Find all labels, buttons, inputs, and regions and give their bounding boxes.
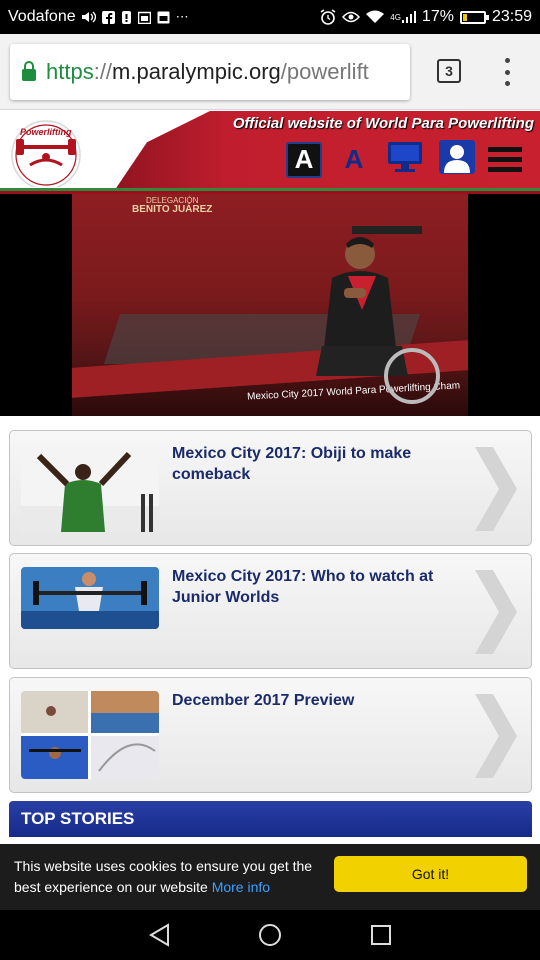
notification-icon: [121, 10, 132, 24]
cookie-banner: This website uses cookies to ensure you …: [0, 844, 540, 910]
powerlifting-logo[interactable]: Powerlifting: [2, 115, 98, 190]
chevron-right-icon[interactable]: [471, 445, 519, 533]
signal-icon: 4G: [390, 11, 416, 23]
url-host: m.paralympic.org: [112, 59, 281, 84]
url-separator: ://: [93, 59, 113, 84]
news-title[interactable]: December 2017 Preview: [172, 690, 462, 711]
site-header: Powerlifting Official website of World P…: [0, 111, 540, 191]
status-bar: Vodafone ⋯ 4G 17% 23:59: [0, 0, 540, 34]
logo-text: Powerlifting: [20, 127, 72, 137]
alarm-icon: [320, 9, 336, 25]
recents-icon[interactable]: [369, 923, 393, 947]
navigation-bar: [0, 910, 540, 960]
chevron-right-icon[interactable]: [471, 692, 519, 780]
user-account-icon[interactable]: [438, 139, 476, 180]
news-title[interactable]: Mexico City 2017: Who to watch at Junior…: [172, 566, 462, 608]
font-size-normal-button[interactable]: A: [336, 142, 372, 178]
header-title: Official website of World Para Powerlift…: [232, 115, 534, 132]
hero-photo: DELEGACIÓN BENITO JUÁREZ Mexico City 201…: [72, 194, 468, 416]
athlete-figure: [316, 226, 440, 404]
news-thumbnail: [21, 567, 159, 629]
hero-image[interactable]: DELEGACIÓN BENITO JUÁREZ Mexico City 201…: [0, 194, 540, 416]
browser-toolbar: https://m.paralympic.org/powerlift 3: [0, 34, 540, 110]
secure-lock-icon[interactable]: [22, 61, 36, 81]
top-stories-header: TOP STORIES: [9, 801, 532, 837]
news-item[interactable]: Mexico City 2017: Obiji to make comeback: [9, 430, 532, 546]
battery-icon: [459, 10, 489, 24]
carrier-name: Vodafone: [8, 8, 76, 25]
url-scheme: https: [46, 59, 94, 84]
clock: 23:59: [491, 8, 532, 25]
hamburger-menu-icon[interactable]: [488, 147, 522, 172]
cookie-message: This website uses cookies to ensure you …: [14, 858, 313, 895]
news-title[interactable]: Mexico City 2017: Obiji to make comeback: [172, 443, 462, 485]
back-icon[interactable]: [148, 923, 172, 947]
more-info-link[interactable]: More info: [212, 879, 270, 895]
news-thumbnail: [21, 444, 159, 532]
url-path: /powerlift: [280, 59, 369, 84]
gallery-icon: [157, 11, 170, 24]
eye-comfort-icon: [342, 11, 361, 23]
font-size-large-button[interactable]: A: [286, 141, 322, 178]
home-icon[interactable]: [258, 923, 282, 947]
desktop-view-icon[interactable]: [386, 140, 424, 179]
wifi-icon: [366, 10, 385, 24]
tab-switcher-button[interactable]: 3: [437, 59, 461, 83]
facebook-icon: [101, 10, 115, 24]
browser-menu-button[interactable]: [500, 58, 514, 86]
news-thumbnail: [21, 691, 159, 779]
battery-percent: 17%: [421, 8, 454, 25]
chevron-right-icon[interactable]: [471, 568, 519, 656]
address-bar[interactable]: https://m.paralympic.org/powerlift: [10, 44, 410, 100]
hero-banner-text: DELEGACIÓN BENITO JUÁREZ: [132, 196, 213, 215]
volume-icon: [81, 11, 96, 23]
news-item[interactable]: December 2017 Preview: [9, 677, 532, 793]
header-tools: A A: [286, 139, 522, 180]
accept-cookies-button[interactable]: Got it!: [334, 856, 527, 892]
news-item[interactable]: Mexico City 2017: Who to watch at Junior…: [9, 553, 532, 669]
calendar-icon: [137, 11, 151, 24]
more-notifications-icon: ⋯: [175, 9, 189, 24]
